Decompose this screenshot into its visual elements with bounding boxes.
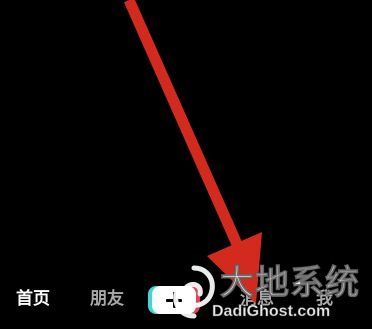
arrow-shaft (123, 0, 250, 263)
watermark-title: 大地系统 (220, 263, 360, 303)
site-watermark: 大地系统 DadiGhost.com (172, 262, 372, 329)
watermark-url: DadiGhost.com (212, 303, 331, 321)
spiral-logo-icon (173, 265, 215, 319)
app-screen: 首页 朋友 消息 我 大地系统 DadiGhost.com (0, 0, 372, 329)
